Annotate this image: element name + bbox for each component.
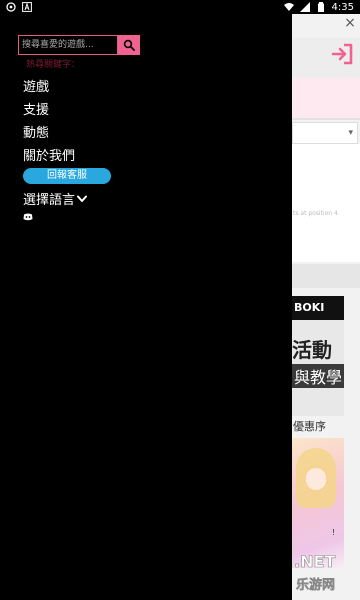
search-hint: 熱尋關鍵字： [26, 60, 81, 70]
artwork-caption: ! [332, 528, 336, 537]
status-left [6, 2, 32, 12]
language-selector[interactable]: 選擇語言 [23, 189, 88, 208]
banner-sub-text: 與教學 [292, 364, 344, 388]
search-input[interactable] [18, 35, 118, 55]
background-promo-label: 優惠序 [293, 420, 326, 433]
background-banner[interactable]: BOKI 活動 與教學 [292, 296, 344, 416]
battery-icon [317, 2, 324, 12]
wifi-icon [283, 3, 294, 11]
circle-d-icon [6, 2, 16, 12]
feedback-button[interactable]: 回報客服 [23, 168, 111, 184]
banner-top-text: BOKI [292, 296, 344, 320]
side-drawer: 熱尋關鍵字： 遊戲 支援 動態 關於我們 回報客服 選擇語言 [0, 14, 292, 600]
nav-item-news[interactable]: 動態 [23, 122, 49, 141]
background-small-text: ts at position 4 [293, 210, 338, 217]
login-icon[interactable] [330, 42, 354, 66]
artwork-face [306, 468, 326, 490]
nav-item-about[interactable]: 關於我們 [23, 145, 75, 164]
status-right: 4:35 [283, 1, 354, 13]
watermark-subtitle: 乐游网 [296, 578, 336, 594]
watermark-domain: .NET [294, 552, 336, 572]
close-icon[interactable]: × [343, 16, 357, 30]
banner-main-text: 活動 [292, 338, 332, 362]
background-pink-strip [292, 78, 360, 118]
discord-icon[interactable] [23, 213, 33, 221]
background-grey-bar [292, 264, 360, 288]
status-time: 4:35 [331, 1, 354, 13]
nav-item-support[interactable]: 支援 [23, 99, 49, 118]
a-box-icon [22, 2, 32, 12]
background-dropdown[interactable]: ▾ [292, 122, 358, 144]
chevron-down-icon [77, 195, 88, 202]
language-label: 選擇語言 [23, 193, 76, 208]
chevron-down-icon: ▾ [348, 128, 353, 138]
background-content [292, 144, 360, 262]
search-bar [18, 35, 140, 55]
background-divider [292, 118, 360, 120]
status-bar: 4:35 [0, 0, 360, 14]
search-button[interactable] [118, 35, 140, 55]
signal-icon [299, 2, 310, 12]
nav-item-games[interactable]: 遊戲 [23, 76, 49, 95]
search-icon [123, 39, 135, 51]
